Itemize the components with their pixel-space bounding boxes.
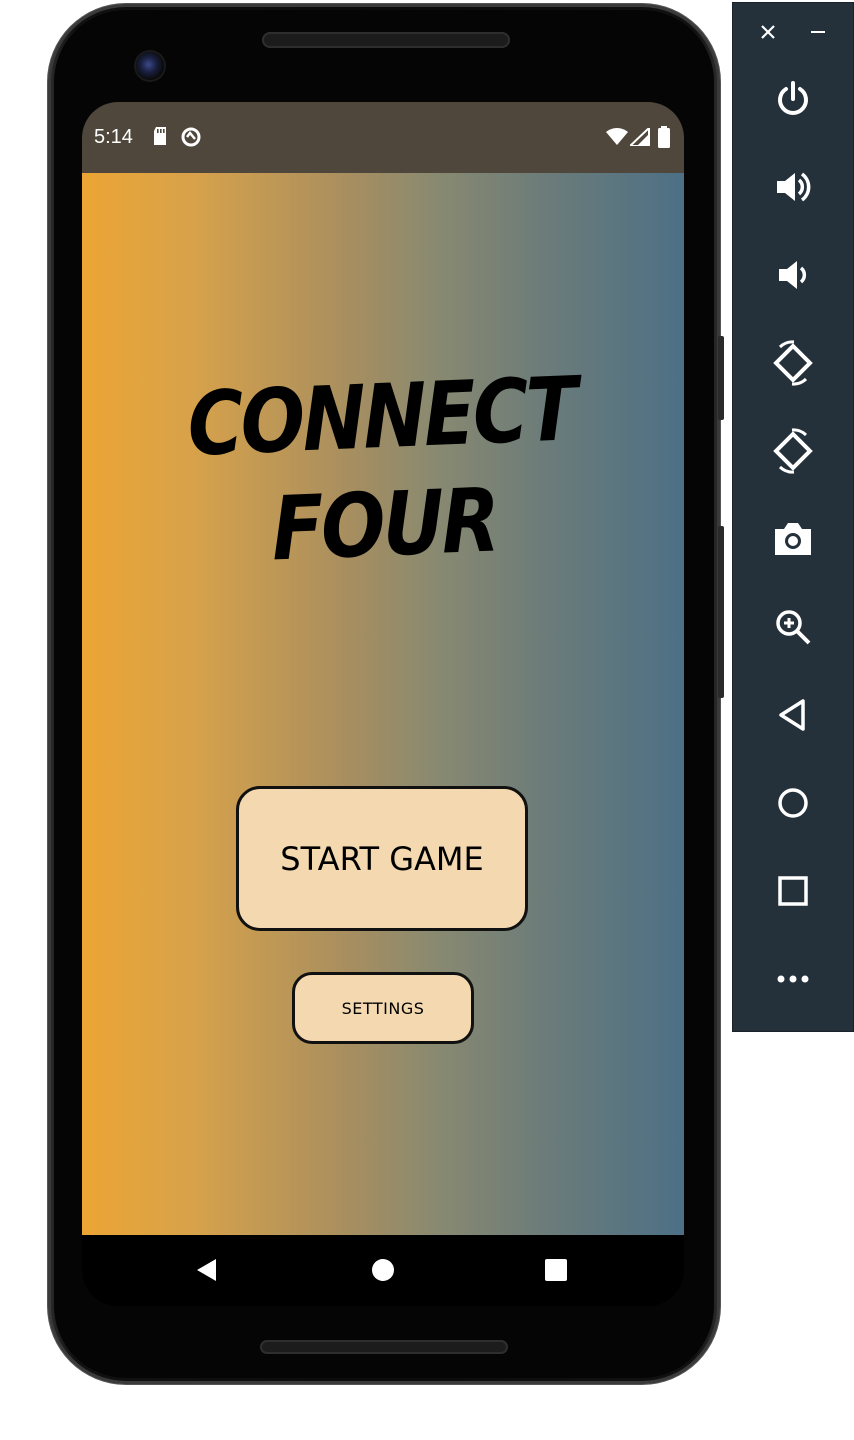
volume-down-icon[interactable] <box>733 243 853 307</box>
data-saver-icon <box>180 126 202 153</box>
wifi-icon <box>606 128 628 151</box>
back-icon[interactable] <box>733 683 853 747</box>
bottom-speaker <box>260 1340 508 1354</box>
title-line-2: FOUR <box>270 468 499 581</box>
battery-icon <box>658 126 670 153</box>
recents-icon[interactable] <box>541 1255 571 1285</box>
phone-volume-keys <box>718 526 724 698</box>
emulator-toolbar <box>732 2 854 1032</box>
sd-card-icon <box>152 126 168 151</box>
home-icon[interactable] <box>733 771 853 835</box>
status-time: 5:14 <box>94 126 133 148</box>
navigation-bar <box>82 1235 684 1306</box>
device-screen: 5:14 CONNECT FOUR START GAME SETTINGS <box>82 102 684 1306</box>
more-icon[interactable] <box>733 947 853 1011</box>
start-game-button[interactable]: START GAME <box>236 786 528 931</box>
volume-up-icon[interactable] <box>733 155 853 219</box>
earpiece-speaker <box>262 32 510 48</box>
overview-icon[interactable] <box>733 859 853 923</box>
rotate-right-icon[interactable] <box>733 419 853 483</box>
status-bar: 5:14 <box>82 102 684 173</box>
front-camera <box>136 52 164 80</box>
back-icon[interactable] <box>192 1255 222 1285</box>
rotate-left-icon[interactable] <box>733 331 853 395</box>
title-line-1: CONNECT <box>186 357 577 476</box>
power-icon[interactable] <box>733 67 853 131</box>
close-icon[interactable] <box>753 17 783 47</box>
camera-icon[interactable] <box>733 507 853 571</box>
zoom-icon[interactable] <box>733 595 853 659</box>
minimize-icon[interactable] <box>803 17 833 47</box>
game-title: CONNECT FOUR <box>121 353 645 590</box>
home-icon[interactable] <box>368 1255 398 1285</box>
phone-power-key <box>718 336 724 420</box>
signal-icon <box>627 125 650 151</box>
main-menu-background: CONNECT FOUR START GAME SETTINGS <box>82 173 684 1235</box>
settings-button[interactable]: SETTINGS <box>292 972 474 1044</box>
